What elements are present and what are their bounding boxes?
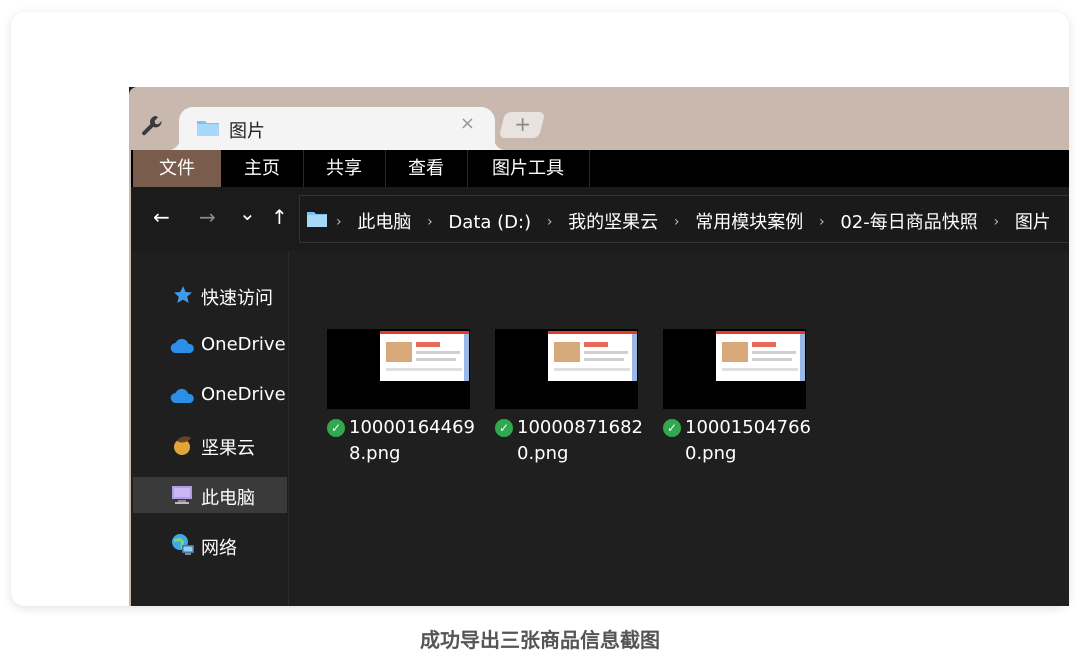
- tab-close-button[interactable]: ×: [460, 113, 475, 134]
- ribbon-home[interactable]: 主页: [223, 150, 301, 187]
- chevron-right-icon: ›: [818, 214, 825, 230]
- folder-icon: [307, 212, 327, 227]
- up-button[interactable]: ↑: [271, 205, 288, 229]
- ribbon-view[interactable]: 查看: [386, 150, 466, 187]
- image-caption: 成功导出三张商品信息截图: [420, 628, 660, 652]
- breadcrumb-daily-snapshot[interactable]: 02-每日商品快照: [840, 208, 977, 234]
- cloud-icon: [170, 388, 194, 404]
- tab-pictures[interactable]: 图片 ×: [167, 107, 507, 151]
- breadcrumb-pictures[interactable]: 图片: [1015, 208, 1051, 234]
- back-button[interactable]: ←: [153, 205, 170, 229]
- sidebar-item-onedrive[interactable]: OneDrive: [133, 377, 287, 413]
- webpage-screenshot-preview: [548, 331, 637, 381]
- chevron-right-icon: ›: [673, 214, 680, 230]
- acorn-icon: [174, 436, 191, 455]
- breadcrumb-module-cases[interactable]: 常用模块案例: [695, 208, 803, 234]
- file-item[interactable]: ✓ 100008716820.png: [489, 329, 643, 469]
- sidebar-item-label: 此电脑: [201, 488, 255, 509]
- sidebar-item-jianguoyun[interactable]: 坚果云: [133, 427, 287, 463]
- chevron-right-icon: ›: [336, 214, 342, 230]
- sidebar-item-label: 坚果云: [201, 438, 255, 459]
- sidebar-item-quick-access[interactable]: 快速访问: [133, 277, 287, 313]
- breadcrumb-this-pc[interactable]: 此电脑: [357, 208, 411, 234]
- tab-title: 图片: [229, 121, 265, 142]
- file-name: 100008716820.png: [517, 417, 643, 464]
- sync-check-icon: ✓: [663, 419, 681, 437]
- sidebar-item-label: OneDrive: [201, 334, 286, 355]
- sidebar-item-label: 网络: [201, 538, 237, 559]
- chevron-right-icon: ›: [546, 214, 553, 230]
- navigation-bar: ← → ⌄ ↑ › 此电脑 › Data (D:) › 我的坚果云 › 常用模块…: [129, 187, 1069, 251]
- star-icon: [174, 286, 192, 303]
- thumbnail: [495, 329, 638, 409]
- navigation-pane: 快速访问 OneDrive OneDrive 坚果云 此电脑 网络: [129, 251, 289, 606]
- address-bar[interactable]: › 此电脑 › Data (D:) › 我的坚果云 › 常用模块案例 › 02-…: [299, 195, 1069, 243]
- ribbon-divider: [589, 150, 590, 187]
- ribbon-picture-tools[interactable]: 图片工具: [468, 150, 588, 187]
- file-item[interactable]: ✓ 100015047660.png: [657, 329, 811, 469]
- webpage-screenshot-preview: [380, 331, 469, 381]
- sidebar-item-this-pc[interactable]: 此电脑: [133, 477, 287, 513]
- folder-icon: [197, 121, 219, 136]
- cloud-icon: [170, 338, 194, 354]
- sidebar-item-label: 快速访问: [201, 288, 273, 309]
- breadcrumb-data-drive[interactable]: Data (D:): [448, 212, 531, 233]
- ribbon-menu: 文件 主页 共享 查看 图片工具: [129, 150, 1069, 187]
- new-tab-button[interactable]: +: [498, 112, 546, 138]
- network-icon: [172, 534, 194, 555]
- ribbon-file[interactable]: 文件: [133, 150, 221, 187]
- ribbon-share[interactable]: 共享: [304, 150, 384, 187]
- breadcrumb: › 此电脑 › Data (D:) › 我的坚果云 › 常用模块案例 › 02-…: [336, 208, 1061, 234]
- monitor-icon: [172, 486, 192, 504]
- file-name: 100015047660.png: [685, 417, 811, 464]
- plus-icon: +: [513, 112, 531, 136]
- webpage-screenshot-preview: [716, 331, 805, 381]
- file-name: 100001644698.png: [349, 417, 475, 464]
- wrench-icon[interactable]: [139, 113, 165, 139]
- file-explorer-window: 图片 × + 文件 主页 共享 查看 图片工具 ← → ⌄ ↑ › 此电脑 ›: [129, 87, 1069, 606]
- file-list: ✓ 100001644698.png ✓ 100008716820.png ✓ …: [289, 251, 1069, 606]
- sync-check-icon: ✓: [495, 419, 513, 437]
- forward-button[interactable]: →: [199, 205, 216, 229]
- breadcrumb-jianguoyun[interactable]: 我的坚果云: [568, 208, 658, 234]
- sidebar-item-label: OneDrive: [201, 384, 286, 405]
- sidebar-item-network[interactable]: 网络: [133, 527, 287, 563]
- chevron-right-icon: ›: [993, 214, 1000, 230]
- file-item[interactable]: ✓ 100001644698.png: [321, 329, 475, 469]
- chevron-right-icon: ›: [427, 214, 433, 230]
- thumbnail: [327, 329, 470, 409]
- sync-check-icon: ✓: [327, 419, 345, 437]
- title-tab-bar: 图片 × +: [129, 87, 1069, 151]
- thumbnail: [663, 329, 806, 409]
- sidebar-item-onedrive[interactable]: OneDrive: [133, 327, 287, 363]
- recent-locations-button[interactable]: ⌄: [239, 201, 256, 225]
